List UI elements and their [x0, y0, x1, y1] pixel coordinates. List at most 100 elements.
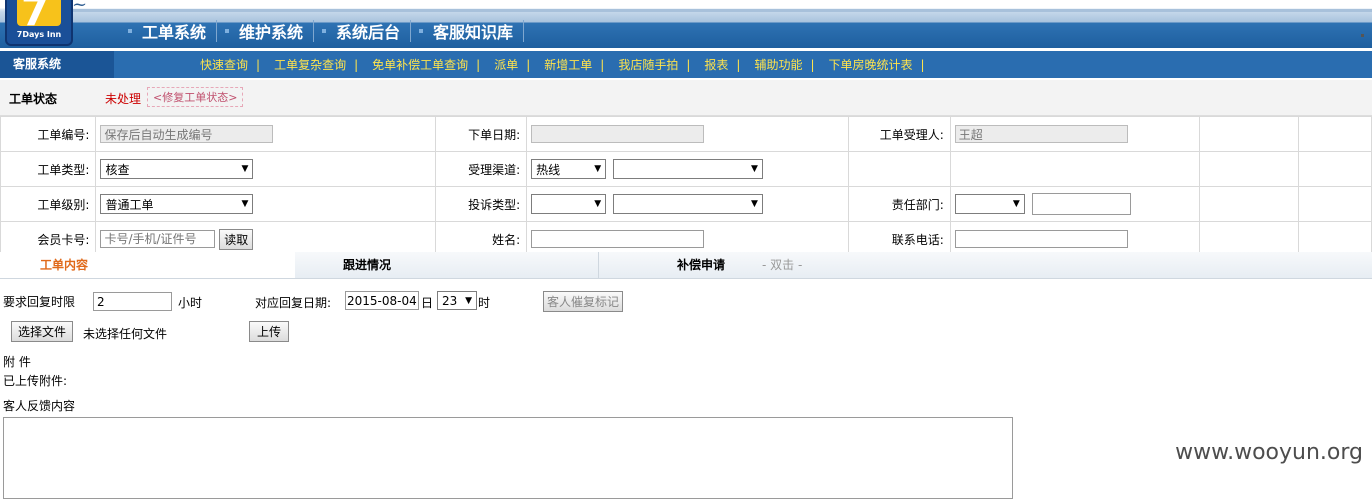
sub-nav-link-compensation-query[interactable]: 免单补偿工单查询	[372, 56, 468, 73]
empty-cell	[848, 151, 951, 187]
ticket-no-input[interactable]	[100, 125, 274, 143]
phone-input[interactable]	[954, 230, 1128, 248]
logo-numeral: 7	[21, 0, 49, 35]
bullet-icon	[419, 29, 424, 33]
dropdown-arrow-icon: ▼	[751, 199, 758, 209]
top-nav-item-maintenance[interactable]: 维护系统	[217, 20, 315, 42]
top-nav-item-knowledge-base[interactable]: 客服知识库	[411, 20, 525, 42]
feedback-textarea[interactable]	[3, 417, 1013, 499]
ticket-no-label: 工单编号:	[0, 116, 97, 152]
guest-remind-button[interactable]: 客人催复标记	[543, 291, 624, 312]
tab-followup[interactable]: 跟进情况	[343, 252, 391, 278]
tab-ticket-content[interactable]: 工单内容	[0, 252, 295, 278]
no-file-text: 未选择任何文件	[83, 327, 168, 341]
form-row: 工单级别: 普通工单 ▼ 投诉类型: ▼ ▼ 责任部门: ▼	[0, 186, 1372, 222]
separator: |	[526, 57, 531, 72]
dropdown-arrow-icon: ▼	[241, 199, 249, 209]
sub-nav-link-complex-query[interactable]: 工单复杂查询	[274, 56, 346, 73]
reply-hour-select[interactable]: 23 ▼	[437, 291, 477, 310]
ticket-no-cell	[95, 116, 437, 152]
separator: |	[600, 57, 605, 72]
sub-nav-link-snapshot[interactable]: 我店随手拍	[618, 56, 678, 73]
sub-nav-link-dispatch[interactable]: 派单	[494, 56, 518, 73]
day-unit: 日	[421, 296, 434, 310]
empty-cell	[1298, 116, 1372, 152]
hours-unit: 小时	[178, 296, 203, 310]
ticket-type-cell: 核查 ▼	[95, 151, 437, 187]
sub-nav: 客服系统 快速查询 | 工单复杂查询 | 免单补偿工单查询 | 派单 | 新增工单 | 我…	[0, 51, 1372, 78]
dropdown-arrow-icon: ▼	[594, 164, 602, 174]
tab-divider	[598, 252, 599, 278]
feedback-label: 客人反馈内容	[3, 399, 76, 413]
upload-button[interactable]: 上传	[249, 321, 290, 342]
reply-date-label: 对应回复日期:	[255, 296, 332, 310]
ticket-type-select[interactable]: 核查 ▼	[100, 159, 254, 179]
dropdown-arrow-icon: ▼	[1012, 199, 1020, 209]
complaint-type-select[interactable]: ▼	[531, 194, 607, 214]
sub-nav-link-quick-query[interactable]: 快速查询	[200, 56, 248, 73]
empty-cell	[1199, 186, 1300, 222]
form-row: 工单编号: 下单日期: 工单受理人:	[0, 116, 1372, 152]
choose-file-button[interactable]: 选择文件	[11, 321, 74, 342]
member-card-input[interactable]	[100, 229, 216, 248]
dept-input[interactable]	[1031, 193, 1131, 215]
bullet-icon	[128, 29, 132, 33]
empty-cell	[1199, 151, 1300, 187]
header-script-decoration: ~	[72, 0, 88, 15]
ticket-level-label: 工单级别:	[0, 186, 97, 222]
dropdown-arrow-icon: ▼	[241, 164, 249, 174]
reply-limit-input[interactable]	[93, 292, 172, 311]
bullet-icon	[225, 29, 230, 33]
sub-nav-system-label: 客服系统	[0, 51, 114, 78]
complaint-sub-select[interactable]: ▼	[612, 194, 763, 214]
ticket-level-select[interactable]: 普通工单 ▼	[100, 194, 254, 214]
read-button[interactable]: 读取	[219, 228, 254, 250]
watermark: www.wooyun.org	[1175, 440, 1363, 465]
form-row: 工单类型: 核查 ▼ 受理渠道: 热线 ▼ ▼	[0, 151, 1372, 187]
dropdown-arrow-icon: ▼	[594, 199, 602, 209]
complaint-type-label: 投诉类型:	[435, 186, 528, 222]
separator: |	[736, 57, 741, 72]
separator: |	[920, 57, 925, 72]
sub-nav-link-tools[interactable]: 辅助功能	[754, 56, 802, 73]
attachment-label: 附 件	[3, 355, 31, 369]
top-nav-item-backend[interactable]: 系统后台	[314, 20, 412, 42]
sub-nav-link-reports[interactable]: 报表	[704, 56, 728, 73]
ticket-level-cell: 普通工单 ▼	[95, 186, 437, 222]
handler-input[interactable]	[954, 125, 1128, 143]
corner-dot-icon	[1361, 34, 1364, 37]
top-nav-item-ticket-system[interactable]: 工单系统	[120, 20, 218, 42]
name-input[interactable]	[531, 230, 705, 248]
status-label: 工单状态	[9, 92, 58, 106]
dept-select[interactable]: ▼	[954, 194, 1025, 214]
order-date-cell	[526, 116, 850, 152]
sub-nav-link-room-night-stats[interactable]: 下单房晚统计表	[829, 56, 913, 73]
tab-compensation[interactable]: 补偿申请	[677, 252, 725, 278]
dropdown-arrow-icon: ▼	[465, 295, 472, 306]
sub-nav-link-new-ticket[interactable]: 新增工单	[544, 56, 592, 73]
channel-sub-select[interactable]: ▼	[612, 159, 763, 179]
empty-cell	[1199, 116, 1300, 152]
channel-cell: 热线 ▼ ▼	[526, 151, 850, 187]
ticket-type-label: 工单类型:	[0, 151, 97, 187]
reply-limit-label: 要求回复时限	[3, 295, 76, 309]
fix-status-link[interactable]: <修复工单状态>	[147, 87, 244, 107]
header-divider	[70, 9, 1372, 12]
order-date-label: 下单日期:	[435, 116, 528, 152]
dept-label: 责任部门:	[848, 186, 951, 222]
logo-text: 7Days Inn	[16, 30, 62, 39]
double-click-hint: - 双击 -	[762, 258, 803, 272]
separator: |	[686, 57, 691, 72]
separator: |	[256, 57, 261, 72]
empty-cell	[1298, 186, 1372, 222]
handler-label: 工单受理人:	[848, 116, 951, 152]
brand-logo[interactable]: 7 7Days Inn	[5, 0, 73, 46]
sub-nav-links: 快速查询 | 工单复杂查询 | 免单补偿工单查询 | 派单 | 新增工单 | 我店随手拍 |…	[200, 51, 939, 78]
tab-bar: 工单内容 跟进情况 补偿申请 - 双击 -	[0, 252, 1372, 279]
ticket-status-row: 工单状态 未处理 <修复工单状态>	[0, 80, 1372, 116]
channel-label: 受理渠道:	[435, 151, 528, 187]
reply-date-input[interactable]	[345, 291, 419, 310]
channel-select[interactable]: 热线 ▼	[531, 159, 607, 179]
order-date-input[interactable]	[531, 125, 705, 143]
empty-cell	[949, 151, 1201, 187]
